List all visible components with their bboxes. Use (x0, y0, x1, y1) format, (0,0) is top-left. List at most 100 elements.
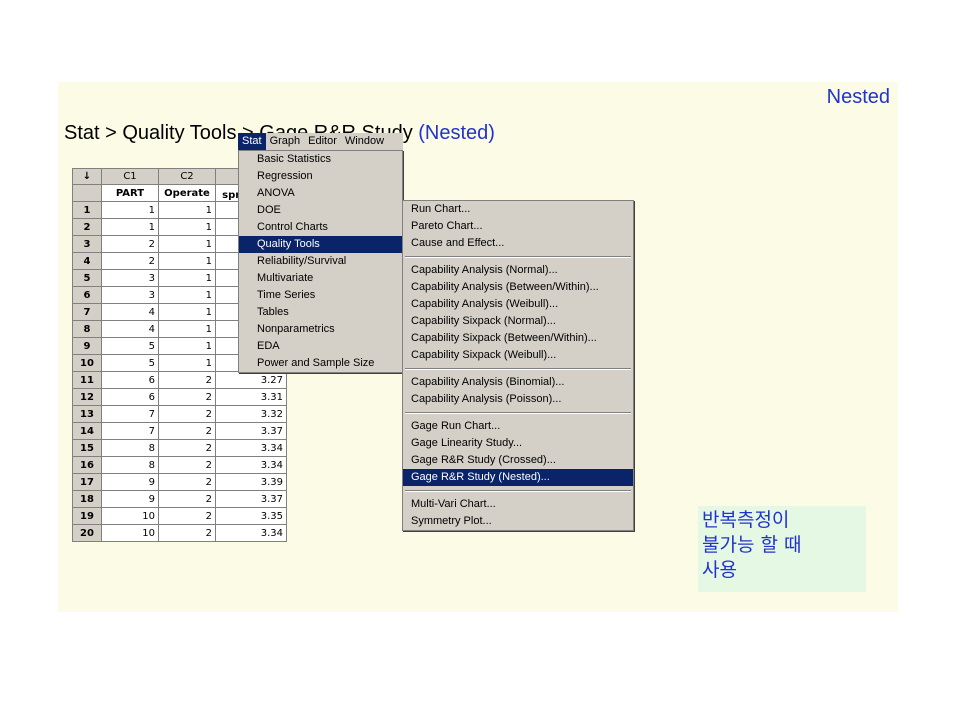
cell-part[interactable]: 8 (101, 439, 159, 457)
cell-operator[interactable]: 1 (158, 235, 216, 253)
row-number[interactable]: 13 (72, 405, 102, 423)
menu-item-multi-vari-chart[interactable]: Multi-Vari Chart... (403, 496, 633, 513)
cell-part[interactable]: 1 (101, 218, 159, 236)
corner-cell[interactable]: ↓ (72, 168, 102, 185)
menu-item-gage-rr-crossed[interactable]: Gage R&R Study (Crossed)... (403, 452, 633, 469)
menu-item-capability-normal[interactable]: Capability Analysis (Normal)... (403, 262, 633, 279)
row-number[interactable]: 5 (72, 269, 102, 287)
cell-part[interactable]: 7 (101, 405, 159, 423)
cell-operator[interactable]: 1 (158, 354, 216, 372)
menu-graph[interactable]: Graph (266, 133, 305, 150)
cell-spring[interactable]: 3.37 (215, 422, 287, 440)
cell-spring[interactable]: 3.37 (215, 490, 287, 508)
menu-item-sixpack-weibull[interactable]: Capability Sixpack (Weibull)... (403, 347, 633, 364)
menu-item-eda[interactable]: EDA (239, 338, 402, 355)
row-number[interactable]: 15 (72, 439, 102, 457)
cell-spring[interactable]: 3.35 (215, 507, 287, 525)
cell-spring[interactable]: 3.34 (215, 524, 287, 542)
menu-item-multivariate[interactable]: Multivariate (239, 270, 402, 287)
column-name-part[interactable]: PART (101, 184, 159, 202)
cell-operator[interactable]: 1 (158, 201, 216, 219)
cell-spring[interactable]: 3.32 (215, 405, 287, 423)
cell-operator[interactable]: 1 (158, 269, 216, 287)
row-number[interactable]: 3 (72, 235, 102, 253)
column-name-operator[interactable]: Operate (158, 184, 216, 202)
menu-item-run-chart[interactable]: Run Chart... (403, 201, 633, 218)
menu-item-capability-poisson[interactable]: Capability Analysis (Poisson)... (403, 391, 633, 408)
menu-item-nonparametrics[interactable]: Nonparametrics (239, 321, 402, 338)
menu-item-control-charts[interactable]: Control Charts (239, 219, 402, 236)
cell-part[interactable]: 8 (101, 456, 159, 474)
cell-part[interactable]: 7 (101, 422, 159, 440)
menu-item-reliability[interactable]: Reliability/Survival (239, 253, 402, 270)
cell-part[interactable]: 4 (101, 320, 159, 338)
row-number[interactable]: 7 (72, 303, 102, 321)
menu-item-doe[interactable]: DOE (239, 202, 402, 219)
cell-part[interactable]: 6 (101, 371, 159, 389)
row-number[interactable]: 4 (72, 252, 102, 270)
cell-part[interactable]: 3 (101, 269, 159, 287)
row-number[interactable]: 20 (72, 524, 102, 542)
menu-stat[interactable]: Stat (238, 133, 266, 150)
cell-part[interactable]: 9 (101, 473, 159, 491)
cell-spring[interactable]: 3.34 (215, 439, 287, 457)
cell-part[interactable]: 5 (101, 354, 159, 372)
cell-operator[interactable]: 1 (158, 303, 216, 321)
menu-item-capability-weibull[interactable]: Capability Analysis (Weibull)... (403, 296, 633, 313)
menu-item-anova[interactable]: ANOVA (239, 185, 402, 202)
cell-spring[interactable]: 3.31 (215, 388, 287, 406)
menu-item-time-series[interactable]: Time Series (239, 287, 402, 304)
menu-item-gage-run-chart[interactable]: Gage Run Chart... (403, 418, 633, 435)
row-number[interactable]: 18 (72, 490, 102, 508)
cell-operator[interactable]: 1 (158, 252, 216, 270)
column-id-c1[interactable]: C1 (101, 168, 159, 185)
menu-item-sixpack-between-within[interactable]: Capability Sixpack (Between/Within)... (403, 330, 633, 347)
cell-spring[interactable]: 3.39 (215, 473, 287, 491)
cell-operator[interactable]: 2 (158, 422, 216, 440)
row-number[interactable]: 2 (72, 218, 102, 236)
cell-part[interactable]: 6 (101, 388, 159, 406)
menu-item-regression[interactable]: Regression (239, 168, 402, 185)
cell-operator[interactable]: 2 (158, 371, 216, 389)
cell-part[interactable]: 4 (101, 303, 159, 321)
menu-item-cause-effect[interactable]: Cause and Effect... (403, 235, 633, 252)
menu-item-gage-rr-nested[interactable]: Gage R&R Study (Nested)... (403, 469, 633, 486)
row-number[interactable]: 8 (72, 320, 102, 338)
cell-part[interactable]: 10 (101, 507, 159, 525)
cell-part[interactable]: 5 (101, 337, 159, 355)
cell-operator[interactable]: 2 (158, 405, 216, 423)
menu-editor[interactable]: Editor (304, 133, 341, 150)
row-number[interactable]: 9 (72, 337, 102, 355)
cell-spring[interactable]: 3.27 (215, 371, 287, 389)
cell-operator[interactable]: 2 (158, 507, 216, 525)
row-number[interactable]: 6 (72, 286, 102, 304)
cell-operator[interactable]: 2 (158, 490, 216, 508)
row-number[interactable]: 12 (72, 388, 102, 406)
cell-spring[interactable]: 3.34 (215, 456, 287, 474)
menu-item-capability-between-within[interactable]: Capability Analysis (Between/Within)... (403, 279, 633, 296)
menu-item-tables[interactable]: Tables (239, 304, 402, 321)
menu-item-basic-statistics[interactable]: Basic Statistics (239, 151, 402, 168)
menu-item-power-sample-size[interactable]: Power and Sample Size (239, 355, 402, 372)
row-number[interactable]: 1 (72, 201, 102, 219)
cell-operator[interactable]: 2 (158, 473, 216, 491)
cell-operator[interactable]: 2 (158, 524, 216, 542)
menu-item-gage-linearity[interactable]: Gage Linearity Study... (403, 435, 633, 452)
cell-operator[interactable]: 1 (158, 286, 216, 304)
column-id-c2[interactable]: C2 (158, 168, 216, 185)
cell-operator[interactable]: 2 (158, 456, 216, 474)
cell-operator[interactable]: 1 (158, 320, 216, 338)
row-number[interactable]: 14 (72, 422, 102, 440)
row-number[interactable]: 16 (72, 456, 102, 474)
cell-part[interactable]: 9 (101, 490, 159, 508)
cell-operator[interactable]: 2 (158, 439, 216, 457)
row-number[interactable]: 17 (72, 473, 102, 491)
row-number[interactable]: 10 (72, 354, 102, 372)
cell-part[interactable]: 10 (101, 524, 159, 542)
cell-operator[interactable]: 1 (158, 218, 216, 236)
menu-item-pareto-chart[interactable]: Pareto Chart... (403, 218, 633, 235)
menu-item-symmetry-plot[interactable]: Symmetry Plot... (403, 513, 633, 530)
cell-part[interactable]: 3 (101, 286, 159, 304)
menu-item-capability-binomial[interactable]: Capability Analysis (Binomial)... (403, 374, 633, 391)
cell-part[interactable]: 2 (101, 235, 159, 253)
